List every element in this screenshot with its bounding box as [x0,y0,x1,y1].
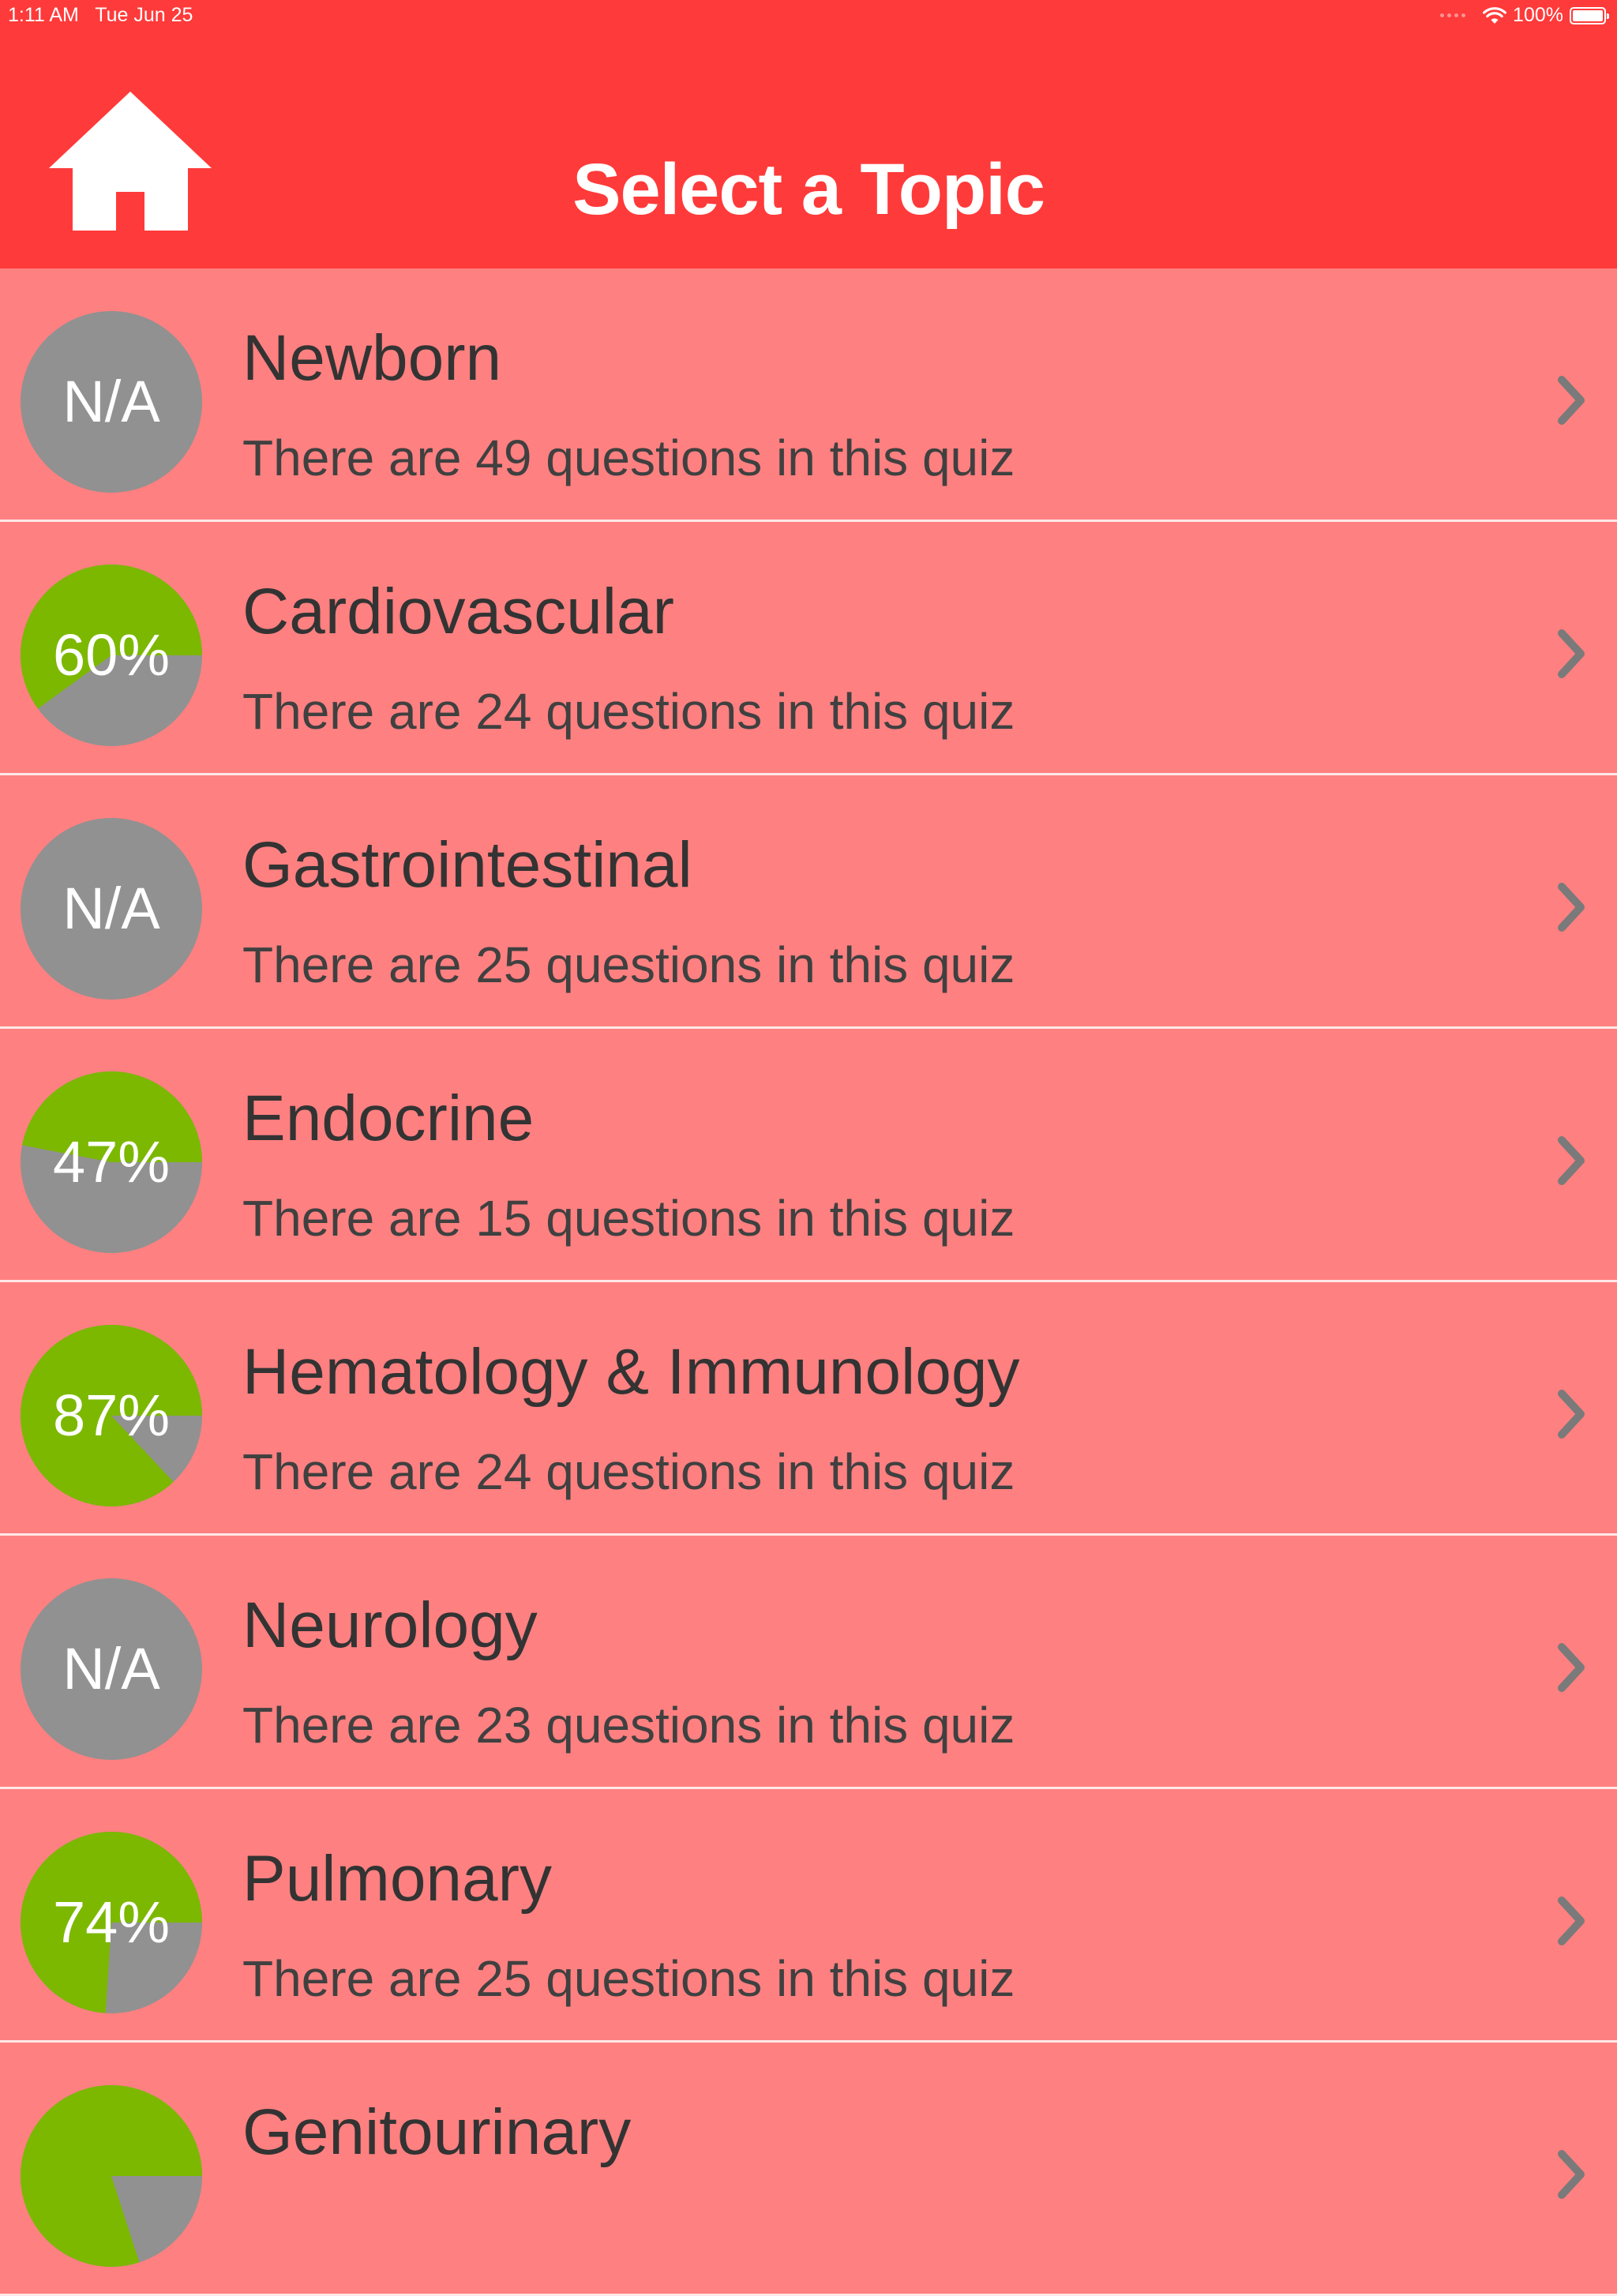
page-title: Select a Topic [572,149,1045,230]
nav-bar: Select a Topic [0,32,1617,268]
chevron-right-icon [1558,629,1585,678]
topic-name: Pulmonary [242,1843,552,1915]
status-bar: 1:11 AM Tue Jun 25 100% [0,0,1617,32]
score-label: N/A [62,876,160,941]
status-time: 1:11 AM [8,4,79,26]
topic-name: Genitourinary [242,2096,632,2168]
status-date: Tue Jun 25 [95,4,193,26]
score-label: 74% [52,1889,171,1955]
chevron-right-icon [1558,1136,1585,1185]
score-label: 47% [52,1129,171,1195]
topic-name: Gastrointestinal [242,829,692,901]
topic-row[interactable]: N/A Newborn There are 49 questions in this… [0,268,1617,522]
question-count: There are 15 questions in this quiz [242,1190,1015,1247]
score-label: 87% [52,1382,171,1448]
question-count: There are 25 questions in this quiz [242,1950,1015,2007]
topic-row[interactable]: N/A Neurology There are 23 questions in th… [0,1536,1617,1789]
topic-name: Hematology & Immunology [242,1336,1020,1408]
chevron-right-icon [1558,1390,1585,1439]
score-label: 60% [52,622,171,688]
topic-row[interactable]: 47% Endocrine There are 15 questions in th… [0,1029,1617,1282]
question-count: There are 23 questions in this quiz [242,1697,1015,1754]
question-count: There are 25 questions in this quiz [242,936,1015,993]
status-time-date: 1:11 AM Tue Jun 25 [8,4,193,27]
topic-name: Cardiovascular [242,576,674,647]
topic-row[interactable]: 87% Hematology & Immunology There are 24 q… [0,1282,1617,1536]
question-count: There are 24 questions in this quiz [242,683,1015,740]
score-label [21,2085,202,2267]
question-count: There are 24 questions in this quiz [242,1443,1015,1500]
status-indicators: 100% [1440,4,1609,27]
topic-name: Endocrine [242,1082,535,1154]
score-label: N/A [62,1636,160,1701]
topic-name: Neurology [242,1589,538,1661]
chevron-right-icon [1558,1643,1585,1692]
topic-row[interactable]: N/A Gastrointestinal There are 25 question… [0,775,1617,1029]
score-label: N/A [62,369,160,434]
cellular-signal-icon [1440,13,1469,17]
chevron-right-icon [1558,376,1585,425]
battery-percentage: 100% [1513,4,1563,26]
topic-row[interactable]: 60% Cardiovascular There are 24 questions … [0,522,1617,775]
question-count: There are 49 questions in this quiz [242,430,1015,486]
topic-name: Newborn [242,322,502,394]
chevron-right-icon [1558,1896,1585,1945]
wifi-icon [1483,6,1507,24]
chevron-right-icon [1558,2150,1585,2199]
chevron-right-icon [1558,883,1585,932]
battery-full-icon [1570,6,1609,24]
topic-row[interactable]: 74% Pulmonary There are 25 questions in th… [0,1789,1617,2043]
topic-list: N/A Newborn There are 49 questions in this… [0,268,1617,2296]
topic-row[interactable]: Genitourinary [0,2043,1617,2296]
